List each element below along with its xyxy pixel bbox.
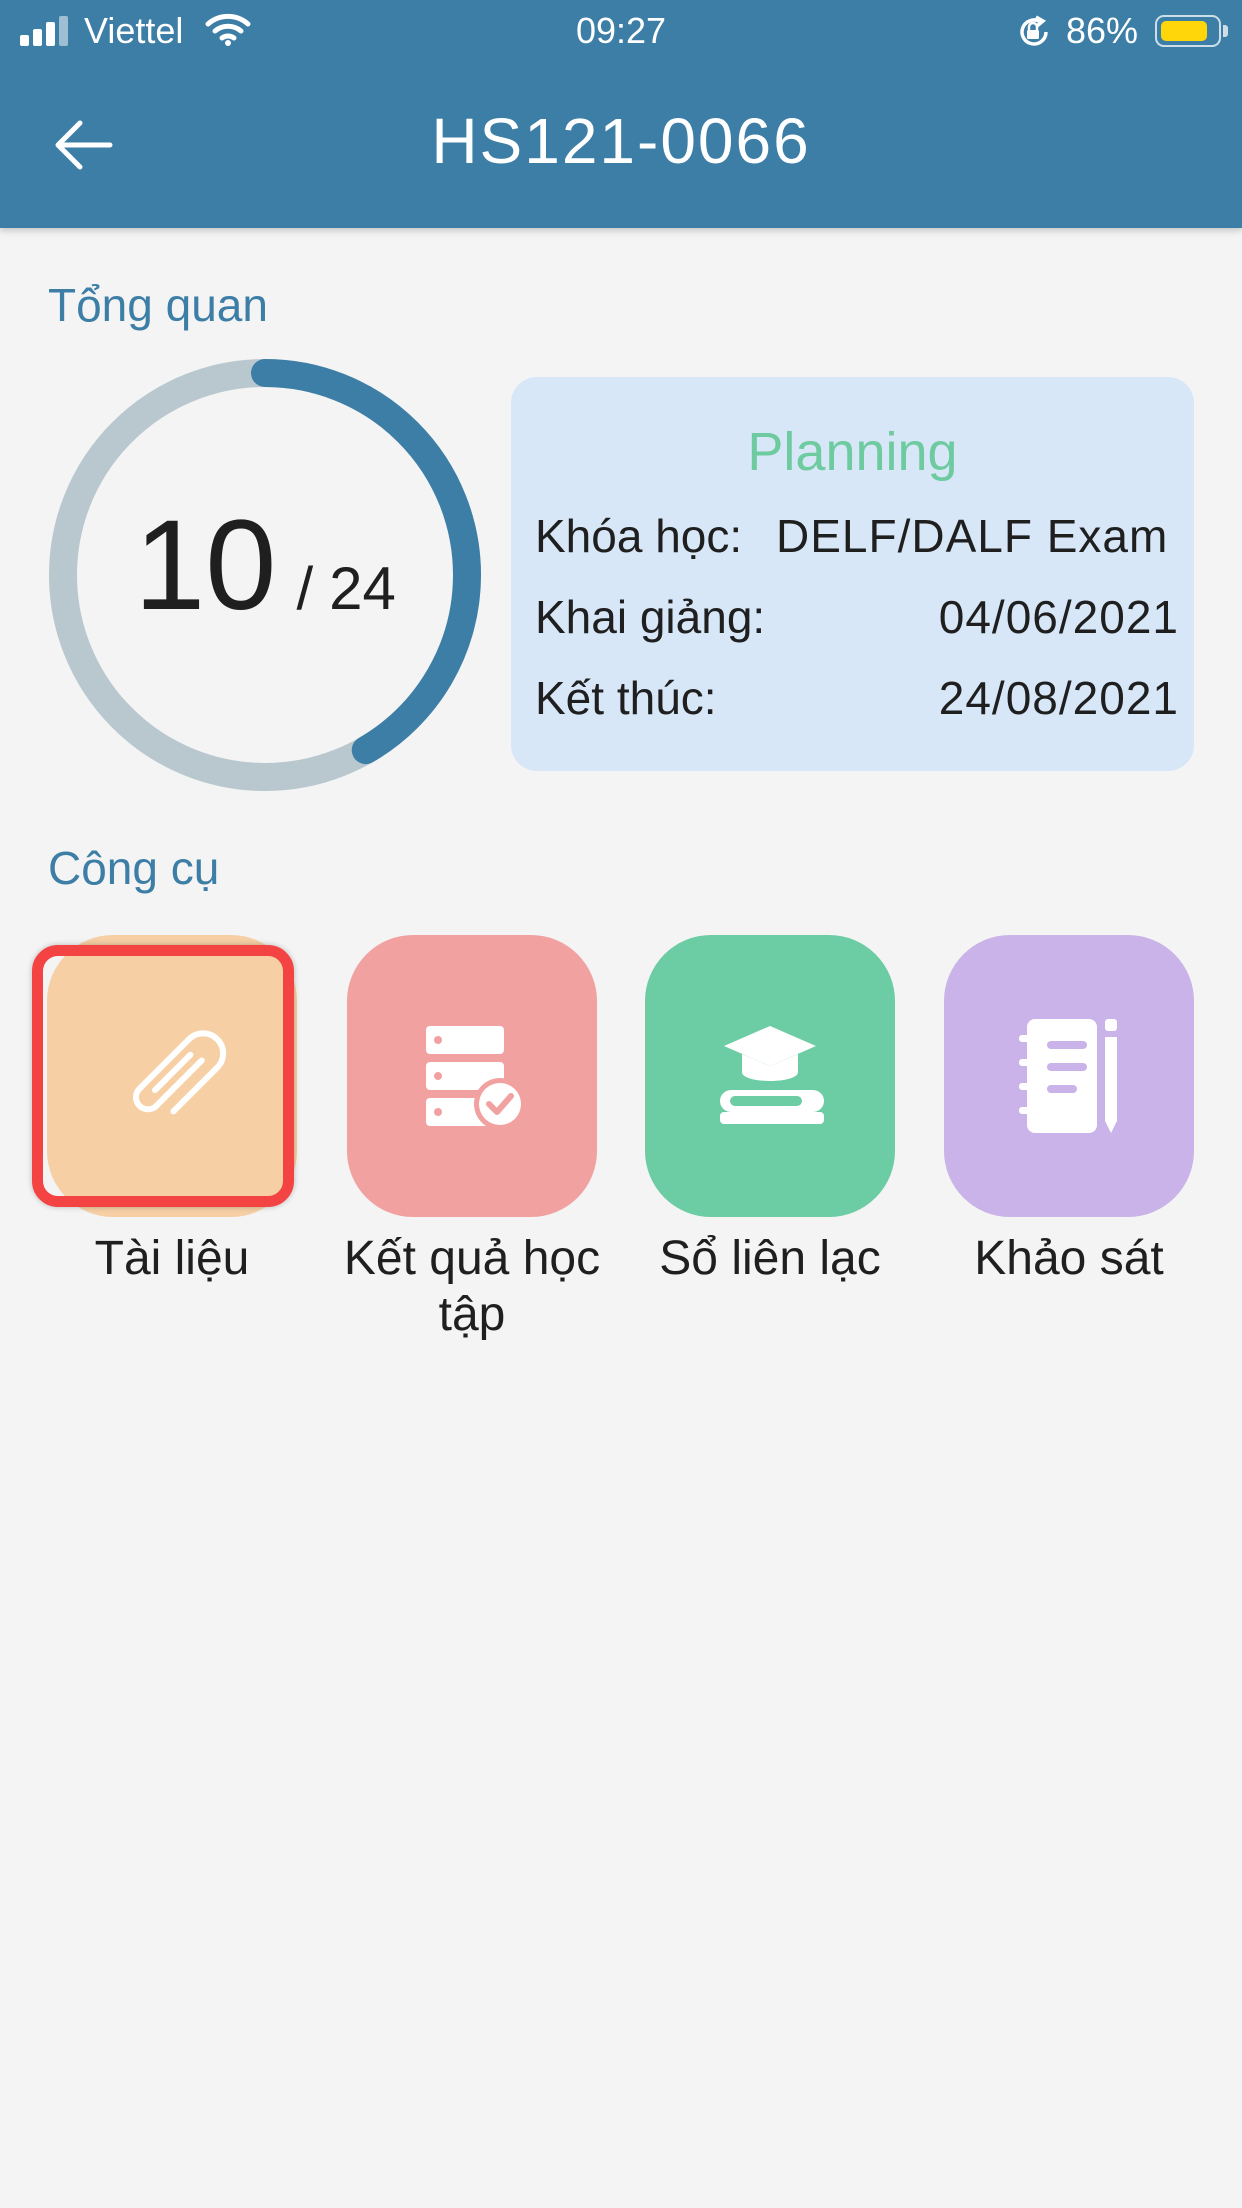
tool-documents[interactable]: Tài liệu xyxy=(32,935,297,1285)
selection-highlight xyxy=(32,945,294,1207)
page-title: HS121-0066 xyxy=(431,105,811,177)
battery-percent: 86% xyxy=(1066,10,1139,51)
tool-label: Sổ liên lạc xyxy=(659,1232,881,1285)
course-row: Khóa học: DELF/DALF Exam xyxy=(535,509,1179,569)
checklist-icon xyxy=(426,1026,526,1130)
notebook-icon xyxy=(1019,1019,1117,1133)
overview-section-title: Tổng quan xyxy=(48,279,268,331)
start-date-row: Khai giảng: 04/06/2021 xyxy=(535,590,1179,650)
progress-total: 24 xyxy=(329,555,396,622)
end-date-row: Kết thúc: 24/08/2021 xyxy=(535,671,1179,731)
course-label: Khóa học: xyxy=(535,510,743,562)
documents-button[interactable] xyxy=(32,935,297,1217)
tool-label: Tài liệu xyxy=(94,1232,250,1285)
contact-book-button[interactable] xyxy=(645,935,895,1217)
progress-done: 10 xyxy=(134,494,277,637)
tool-label: Kết quả học tập xyxy=(343,1232,601,1341)
clock: 09:27 xyxy=(575,10,667,51)
start-date-label: Khai giảng: xyxy=(535,591,766,643)
tool-results[interactable]: Kết quả học tập xyxy=(344,935,600,1341)
survey-button[interactable] xyxy=(944,935,1194,1217)
app-header: Viettel 09:27 86% HS121-0066 xyxy=(0,0,1242,228)
course-info-card: Planning Khóa học: DELF/DALF Exam Khai g… xyxy=(511,377,1194,771)
battery-icon xyxy=(1155,15,1229,47)
end-date-value: 24/08/2021 xyxy=(938,672,1179,724)
rotation-lock-icon xyxy=(1020,15,1048,46)
tool-contact-book[interactable]: Sổ liên lạc xyxy=(645,935,895,1285)
end-date-label: Kết thúc: xyxy=(535,672,717,724)
tools-section-title: Công cụ xyxy=(48,842,220,894)
progress-count: 10 / 24 xyxy=(47,357,483,793)
start-date-value: 04/06/2021 xyxy=(938,591,1179,643)
tool-label: Khảo sát xyxy=(974,1232,1164,1285)
course-value: DELF/DALF Exam xyxy=(776,510,1169,562)
status-bar: Viettel 09:27 86% xyxy=(0,0,1242,62)
results-button[interactable] xyxy=(347,935,597,1217)
tool-survey[interactable]: Khảo sát xyxy=(944,935,1194,1285)
course-status: Planning xyxy=(747,422,958,482)
progress-separator: / xyxy=(296,555,314,622)
graduation-book-icon xyxy=(720,1026,824,1124)
